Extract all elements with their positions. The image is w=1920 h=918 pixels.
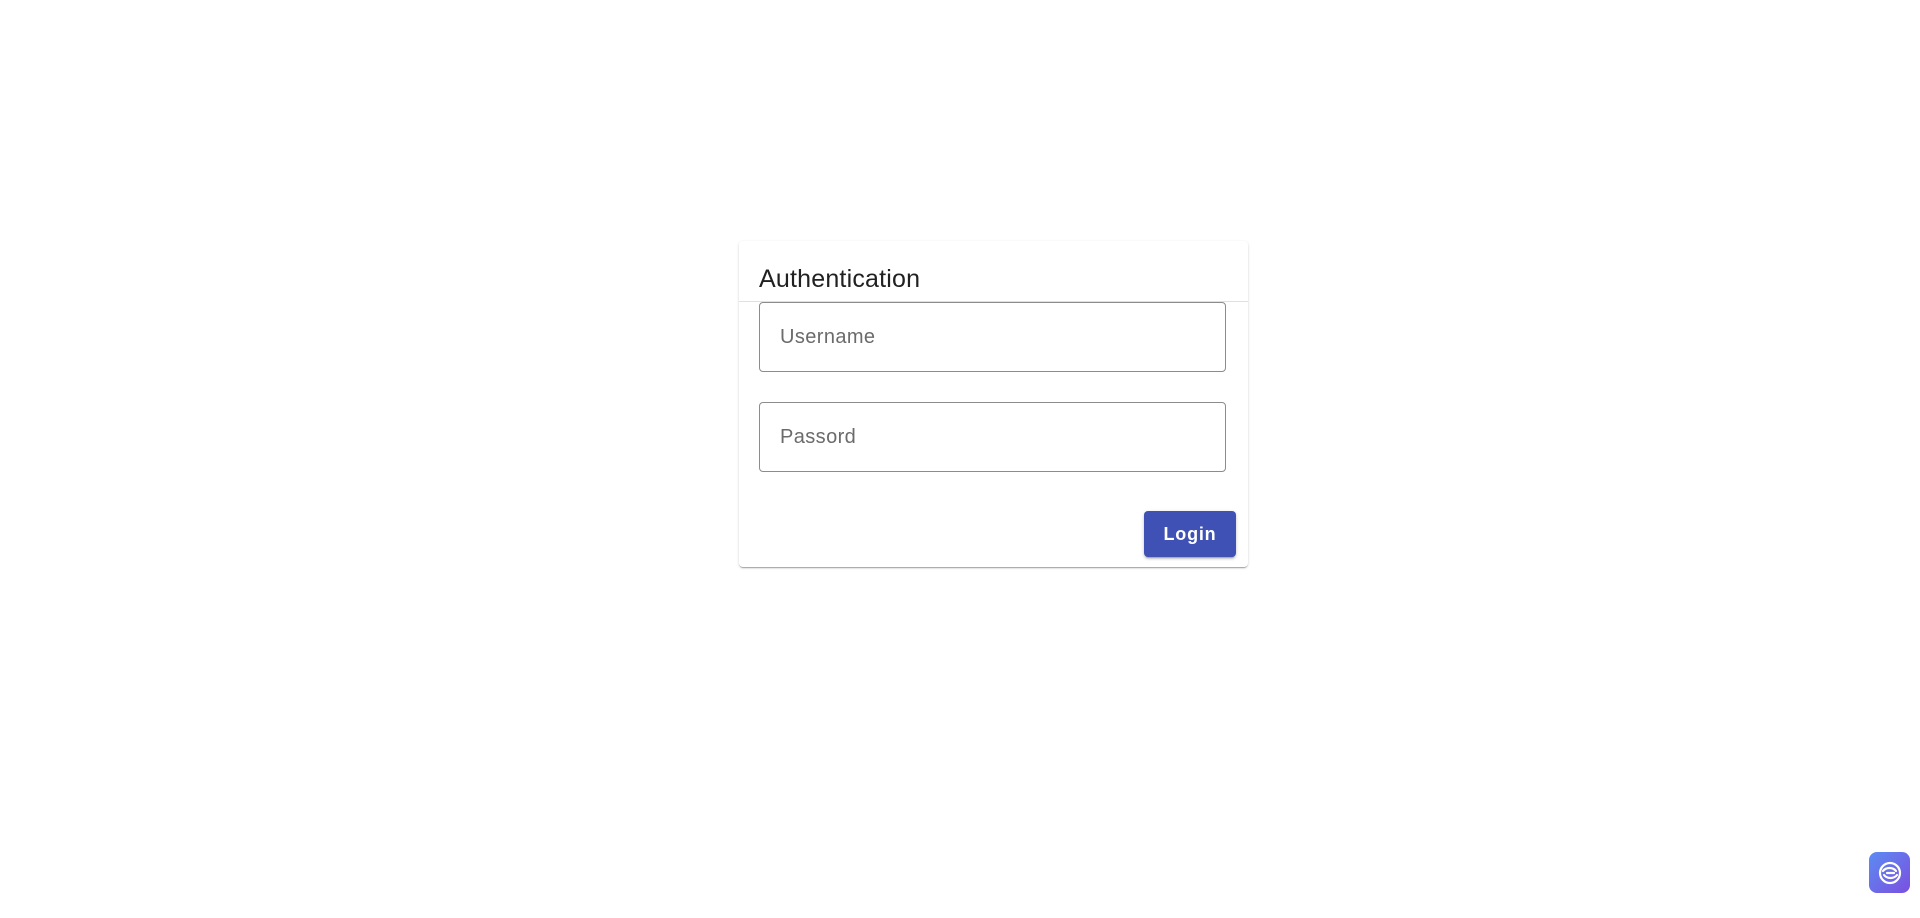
assistant-badge[interactable] (1869, 852, 1910, 893)
card-title: Authentication (759, 265, 921, 293)
login-button[interactable]: Login (1144, 511, 1236, 557)
auth-card: Authentication Login (739, 241, 1248, 567)
password-input[interactable] (760, 403, 1225, 471)
assistant-icon (1878, 861, 1901, 884)
page: Authentication Login (0, 0, 1920, 918)
password-field (759, 402, 1226, 472)
username-field (759, 302, 1226, 372)
username-input[interactable] (760, 303, 1225, 371)
